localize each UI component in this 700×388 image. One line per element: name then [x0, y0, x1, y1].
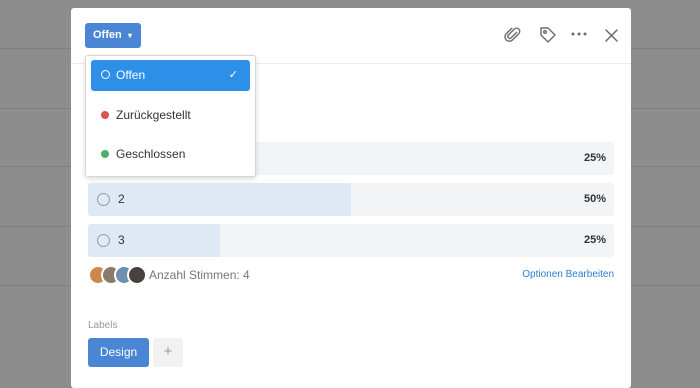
status-dropdown-button[interactable]: Offen ▾	[85, 23, 141, 48]
status-option-label: Geschlossen	[116, 147, 186, 161]
close-icon[interactable]	[601, 25, 621, 45]
poll-option-radio[interactable]	[97, 193, 110, 206]
label-chip-design[interactable]: Design	[88, 338, 149, 367]
poll-option-label: 3	[118, 233, 125, 247]
votes-row: Anzahl Stimmen: 4 Optionen Bearbeiten	[88, 265, 614, 285]
poll-option-radio[interactable]	[97, 234, 110, 247]
poll-option-percent: 25%	[583, 234, 606, 246]
status-option-label: Offen	[116, 68, 146, 82]
status-dropdown-menu: Offen ✓ Zurückgestellt Geschlossen	[85, 55, 256, 177]
poll-option-percent: 25%	[583, 152, 606, 164]
status-ring-icon	[101, 70, 110, 79]
status-option-zurueckgestellt[interactable]: Zurückgestellt	[91, 100, 250, 131]
status-dot-icon	[101, 111, 109, 119]
status-option-geschlossen[interactable]: Geschlossen	[91, 139, 250, 170]
status-label: Offen	[93, 29, 122, 41]
check-icon: ✓	[228, 69, 238, 81]
votes-count: Anzahl Stimmen: 4	[149, 268, 250, 282]
chevron-down-icon: ▾	[127, 31, 132, 40]
poll-option[interactable]: 2 50%	[88, 183, 614, 216]
edit-options-link[interactable]: Optionen Bearbeiten	[522, 265, 614, 285]
tag-icon[interactable]	[538, 25, 558, 45]
poll-option-label: 2	[118, 192, 125, 206]
status-option-offen[interactable]: Offen ✓	[91, 60, 250, 91]
more-icon[interactable]	[569, 25, 589, 45]
status-dot-icon	[101, 150, 109, 158]
status-option-label: Zurückgestellt	[116, 108, 191, 122]
add-label-button[interactable]: +	[153, 338, 183, 367]
poll-option[interactable]: 3 25%	[88, 224, 614, 257]
poll-option-percent: 50%	[583, 193, 606, 205]
poll-option-fill	[88, 183, 351, 216]
labels-heading: Labels	[88, 320, 118, 331]
avatar[interactable]	[127, 265, 147, 285]
paperclip-icon[interactable]	[503, 25, 523, 45]
